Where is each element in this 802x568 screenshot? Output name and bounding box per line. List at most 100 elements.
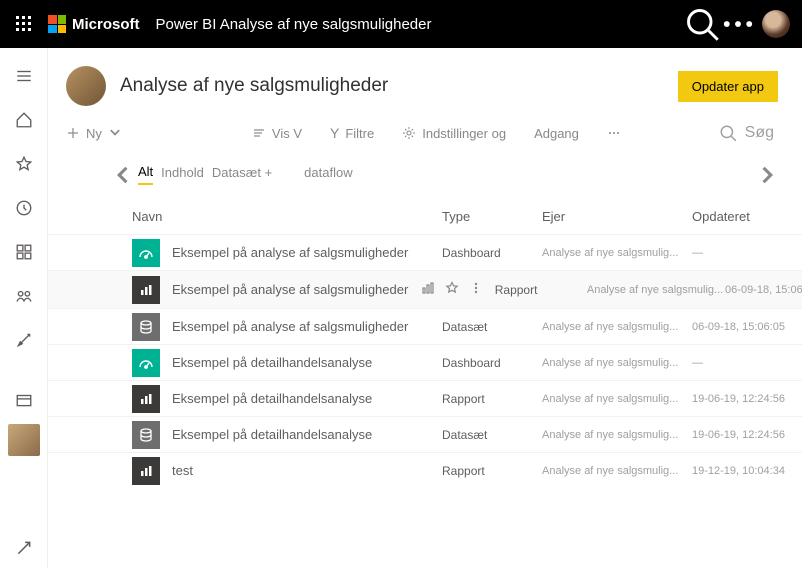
row-type: Datasæt: [442, 428, 542, 442]
tabs-scroll-left[interactable]: [112, 163, 136, 187]
table-row[interactable]: Eksempel på detailhandelsanalyseDashboar…: [48, 344, 802, 380]
tab-content[interactable]: Indhold: [161, 165, 204, 184]
col-owner[interactable]: Ejer: [542, 209, 692, 224]
nav-shared-icon[interactable]: [4, 276, 44, 316]
microsoft-logo-text: Microsoft: [72, 16, 140, 33]
row-name: Eksempel på detailhandelsanalyse: [172, 355, 442, 370]
row-name: Eksempel på analyse af salgsmuligheder: [172, 245, 442, 260]
row-owner: Analyse af nye salgsmulig...: [542, 429, 692, 441]
row-type: Datasæt: [442, 320, 542, 334]
app-title: Power BI Analyse af nye salgsmuligheder: [156, 16, 432, 33]
table-row[interactable]: Eksempel på detailhandelsanalyseRapportA…: [48, 380, 802, 416]
tab-dataflow[interactable]: dataflow: [304, 165, 352, 184]
col-type[interactable]: Type: [442, 209, 542, 224]
nav-recent-icon[interactable]: [4, 188, 44, 228]
dashboard-icon: [132, 349, 160, 377]
table-row[interactable]: Eksempel på analyse af salgsmulighederDa…: [48, 234, 802, 270]
row-type: Rapport: [495, 283, 587, 297]
report-icon: [132, 276, 160, 304]
table-body: Eksempel på analyse af salgsmulighederDa…: [48, 234, 802, 488]
microsoft-logo-icon: [48, 15, 66, 33]
nav-favorites-icon[interactable]: [4, 144, 44, 184]
row-updated: 06-09-18, 15:06:05: [725, 284, 802, 296]
content-tabs: Alt Indhold Datasæt + dataflow: [48, 156, 802, 191]
workspace-thumb-current[interactable]: [8, 424, 40, 456]
workspace-title: Analyse af nye salgsmuligheder: [120, 75, 388, 97]
table-row[interactable]: testRapportAnalyse af nye salgsmulig...1…: [48, 452, 802, 488]
table-row[interactable]: Eksempel på analyse af salgsmulighederDa…: [48, 308, 802, 344]
row-owner: Analyse af nye salgsmulig...: [542, 393, 692, 405]
row-name: Eksempel på analyse af salgsmuligheder: [172, 282, 421, 297]
row-updated: 06-09-18, 15:06:05: [692, 321, 785, 333]
row-updated: —: [692, 247, 778, 259]
left-nav: [0, 48, 48, 568]
chevron-down-icon: [108, 126, 122, 140]
workspace-header: Analyse af nye salgsmuligheder Opdater a…: [48, 48, 802, 114]
row-name: Eksempel på detailhandelsanalyse: [172, 427, 442, 442]
row-actions: [421, 281, 483, 298]
access-button-label: Adgang: [534, 126, 579, 141]
row-type: Dashboard: [442, 356, 542, 370]
workspace-avatar: [66, 66, 106, 106]
row-type: Dashboard: [442, 246, 542, 260]
nav-home-icon[interactable]: [4, 100, 44, 140]
tabs-scroll-right[interactable]: [754, 163, 778, 187]
main-content: Analyse af nye salgsmuligheder Opdater a…: [48, 48, 802, 568]
report-icon: [132, 385, 160, 413]
table-header: Navn Type Ejer Opdateret: [48, 191, 802, 234]
row-owner: Analyse af nye salgsmulig...: [542, 321, 692, 333]
row-more-icon[interactable]: [469, 281, 483, 298]
nav-hamburger-icon[interactable]: [4, 56, 44, 96]
tab-all[interactable]: Alt: [138, 164, 153, 185]
row-owner: Analyse af nye salgsmulig...: [542, 247, 692, 259]
col-name[interactable]: Navn: [132, 209, 442, 224]
search-icon[interactable]: [684, 6, 720, 42]
chart-icon[interactable]: [421, 281, 435, 298]
dataset-icon: [132, 313, 160, 341]
row-type: Rapport: [442, 464, 542, 478]
command-bar: Ny Vis V Y Filtre Indstillinger og Adgan…: [48, 114, 802, 156]
star-icon[interactable]: [445, 281, 459, 298]
nav-getdata-icon[interactable]: [4, 528, 44, 568]
filters-button[interactable]: Y Filtre: [330, 125, 374, 141]
gear-icon: [402, 126, 416, 140]
dashboard-icon: [132, 239, 160, 267]
more-commands-icon[interactable]: [607, 126, 621, 140]
row-updated: —: [692, 357, 778, 369]
row-owner: Analyse af nye salgsmulig...: [542, 465, 692, 477]
search-icon: [719, 124, 737, 142]
report-icon: [132, 457, 160, 485]
row-updated: 19-12-19, 10:04:34: [692, 465, 785, 477]
app-launcher-icon[interactable]: [8, 8, 40, 40]
row-updated: 19-06-19, 12:24:56: [692, 393, 785, 405]
microsoft-logo: Microsoft: [48, 15, 140, 33]
dataset-icon: [132, 421, 160, 449]
view-button-label: Vis V: [272, 126, 302, 141]
user-avatar[interactable]: [762, 10, 790, 38]
col-updated[interactable]: Opdateret: [692, 209, 778, 224]
access-button[interactable]: Adgang: [534, 126, 579, 141]
row-type: Rapport: [442, 392, 542, 406]
settings-button-label: Indstillinger og: [422, 126, 506, 141]
table-row[interactable]: Eksempel på analyse af salgsmuligheder Ra…: [48, 270, 802, 308]
more-icon[interactable]: [720, 6, 756, 42]
row-owner: Analyse af nye salgsmulig...: [542, 357, 692, 369]
global-header: Microsoft Power BI Analyse af nye salgsm…: [0, 0, 802, 48]
update-app-button[interactable]: Opdater app: [678, 71, 778, 102]
nav-learn-icon[interactable]: [4, 320, 44, 360]
new-button[interactable]: Ny: [66, 126, 122, 141]
row-name: Eksempel på analyse af salgsmuligheder: [172, 319, 442, 334]
settings-button[interactable]: Indstillinger og: [402, 126, 506, 141]
filters-button-label: Filtre: [345, 126, 374, 141]
row-name: Eksempel på detailhandelsanalyse: [172, 391, 442, 406]
nav-workspaces-icon[interactable]: [4, 380, 44, 420]
tab-datasets[interactable]: Datasæt +: [212, 165, 272, 184]
nav-apps-icon[interactable]: [4, 232, 44, 272]
row-owner: Analyse af nye salgsmulig...: [587, 284, 725, 296]
table-row[interactable]: Eksempel på detailhandelsanalyseDatasætA…: [48, 416, 802, 452]
row-updated: 19-06-19, 12:24:56: [692, 429, 785, 441]
view-button[interactable]: Vis V: [252, 126, 302, 141]
row-name: test: [172, 463, 442, 478]
search-input[interactable]: Søg: [709, 120, 784, 146]
search-placeholder: Søg: [745, 124, 774, 142]
